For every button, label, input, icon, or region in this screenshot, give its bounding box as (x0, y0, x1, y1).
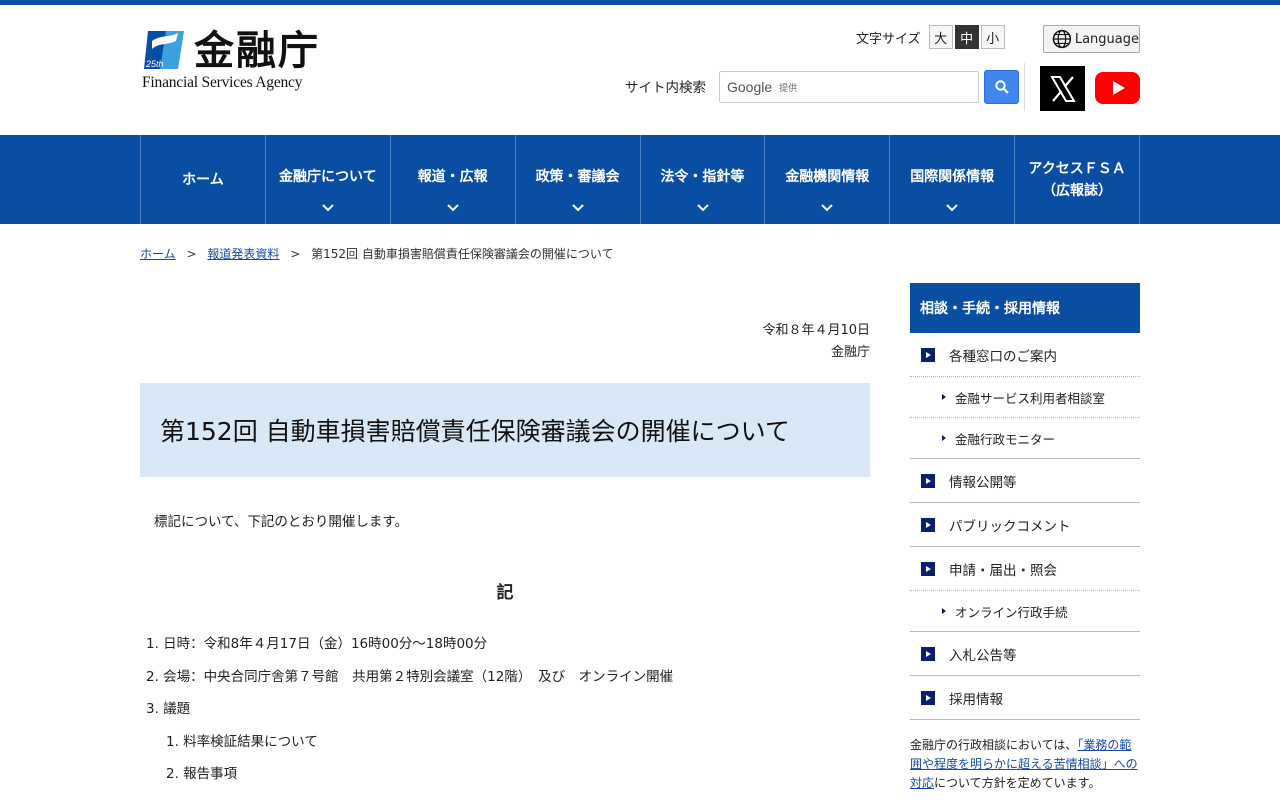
language-label: Language (1074, 31, 1139, 47)
global-nav: ホーム 金融庁について 報道・広報 政策・審議会 法令・指針等 金融機関情報 国… (0, 135, 1280, 224)
fsa-logo[interactable]: 25th 金融庁 Financial Services Agency (142, 27, 342, 97)
sidebar-item-label: オンライン行政手続 (955, 604, 1068, 620)
nav-label: 金融機関情報 (785, 168, 870, 185)
ki-heading: 記 (496, 583, 514, 603)
intro-text: 標記について、下記のとおり開催します。 (154, 514, 409, 530)
nav-label: 法令・指針等 (660, 168, 745, 185)
triangle-right-icon (942, 394, 946, 400)
breadcrumb-current: 第152回 自動車損害賠償責任保険審議会の開催について (311, 247, 614, 261)
nav-item-institutions[interactable]: 金融機関情報 (765, 135, 891, 224)
nav-item-policy[interactable]: 政策・審議会 (516, 135, 641, 224)
x-link[interactable] (1040, 66, 1085, 111)
nav-label-line1: アクセスＦＳＡ (1028, 160, 1126, 177)
youtube-link[interactable] (1095, 72, 1140, 104)
font-size-large-button[interactable]: 大 (928, 25, 953, 49)
sidebar-subitem-user-consultation[interactable]: 金融サービス利用者相談室 (910, 377, 1140, 418)
chevron-down-icon (821, 204, 834, 212)
nav-label: 金融庁について (279, 168, 377, 185)
sub-list-item: 1. 料率検証結果について (166, 733, 318, 750)
list-item: 2. 会場：中央合同庁舎第７号館 共用第２特別会議室（12階） 及び オンライン… (146, 668, 674, 685)
nav-item-laws[interactable]: 法令・指針等 (641, 135, 766, 224)
sidebar-item-tenders[interactable]: 入札公告等 (910, 632, 1140, 676)
search-input[interactable]: Google 提供 (719, 71, 979, 103)
site-search-label: サイト内検索 (625, 80, 706, 96)
sidebar-item-label: 採用情報 (949, 691, 1003, 708)
search-button[interactable] (984, 70, 1019, 104)
sidebar-item-label: パブリックコメント (949, 518, 1071, 535)
font-size-selector: 文字サイズ 大 中 小 (856, 25, 1005, 49)
nav-label: 政策・審議会 (535, 168, 620, 185)
logo-english: Financial Services Agency (142, 74, 303, 91)
sidebar-subitem-admin-monitor[interactable]: 金融行政モニター (910, 418, 1140, 459)
arrow-square-icon (921, 646, 935, 661)
note-text: 金融庁の行政相談においては、 (910, 738, 1078, 752)
arrow-square-icon (921, 561, 935, 576)
breadcrumb-parent-link[interactable]: 報道発表資料 (207, 247, 279, 261)
header-divider (1024, 63, 1025, 111)
google-brand-suffix: 提供 (779, 83, 798, 94)
language-button[interactable]: Language (1043, 25, 1140, 53)
sidebar: 相談・手続・採用情報 各種窓口のご案内 金融サービス利用者相談室 金融行政モニタ… (910, 283, 1140, 793)
search-icon (994, 80, 1009, 94)
font-size-medium-button[interactable]: 中 (954, 25, 979, 49)
sidebar-item-label: 各種窓口のご案内 (949, 348, 1057, 365)
arrow-square-icon (921, 473, 935, 488)
list-item: 1. 日時：令和8年４月17日（金）16時00分～18時00分 (146, 636, 488, 652)
breadcrumb-separator: > (186, 247, 197, 261)
date-block: 令和８年４月10日 金融庁 (670, 320, 870, 364)
nav-item-home[interactable]: ホーム (141, 135, 266, 224)
list-item: 3. 議題 (146, 701, 191, 717)
sidebar-heading: 相談・手続・採用情報 (910, 283, 1140, 333)
fsa-logo-mark-icon: 25th (144, 31, 184, 69)
arrow-square-icon (921, 517, 935, 532)
triangle-right-icon (942, 435, 946, 441)
issuer: 金融庁 (830, 345, 870, 360)
note-text: について方針を定めています。 (934, 776, 1101, 790)
nav-label: 国際関係情報 (910, 168, 995, 185)
sidebar-note: 金融庁の行政相談においては、「業務の範囲や程度を明らかに超える苦情相談」への対応… (910, 720, 1140, 793)
sidebar-item-public-comment[interactable]: パブリックコメント (910, 503, 1140, 547)
sidebar-item-label: 申請・届出・照会 (949, 562, 1057, 579)
breadcrumb: ホーム > 報道発表資料 > 第152回 自動車損害賠償責任保険審議会の開催につ… (140, 245, 613, 262)
sub-list-item: 2. 報告事項 (166, 766, 238, 782)
logo-kanji: 金融庁 (194, 28, 320, 74)
chevron-down-icon (946, 204, 958, 212)
sidebar-item-recruitment[interactable]: 採用情報 (910, 676, 1140, 720)
arrow-square-icon (921, 347, 935, 362)
sidebar-subitem-online-procedures[interactable]: オンライン行政手続 (910, 591, 1140, 632)
font-size-label: 文字サイズ (856, 31, 921, 47)
sidebar-item-label: 金融サービス利用者相談室 (955, 390, 1106, 406)
nav-label: 報道・広報 (417, 168, 488, 185)
nav-item-international[interactable]: 国際関係情報 (890, 135, 1016, 224)
chevron-down-icon (322, 204, 334, 212)
nav-item-about[interactable]: 金融庁について (266, 135, 391, 224)
nav-item-access-fsa[interactable]: アクセスＦＳＡ （広報誌） (1015, 135, 1140, 224)
sidebar-item-label: 入札公告等 (949, 647, 1017, 664)
google-brand: Google (727, 79, 773, 95)
chevron-down-icon (696, 204, 709, 212)
x-icon (1049, 75, 1076, 102)
globe-icon (1052, 29, 1072, 49)
nav-item-press[interactable]: 報道・広報 (391, 135, 516, 224)
chevron-down-icon (447, 204, 459, 212)
nav-label-line2: （広報誌） (1042, 182, 1113, 199)
publish-date: 令和８年４月10日 (762, 323, 870, 338)
sidebar-item-contact-windows[interactable]: 各種窓口のご案内 (910, 333, 1140, 377)
nav-label: ホーム (182, 171, 224, 188)
site-header: 25th 金融庁 Financial Services Agency 文字サイズ… (0, 5, 1280, 135)
breadcrumb-separator: > (290, 247, 301, 261)
sidebar-item-applications[interactable]: 申請・届出・照会 (910, 547, 1140, 591)
youtube-icon (1112, 81, 1125, 95)
font-size-small-button[interactable]: 小 (980, 25, 1005, 49)
sidebar-item-label: 金融行政モニター (955, 431, 1056, 447)
sidebar-item-disclosure[interactable]: 情報公開等 (910, 459, 1140, 503)
triangle-right-icon (942, 608, 946, 614)
page-title: 第152回 自動車損害賠償責任保険審議会の開催について (140, 383, 870, 477)
svg-text:25th: 25th (145, 59, 164, 69)
sidebar-item-label: 情報公開等 (949, 474, 1017, 491)
item-list: 1. 日時：令和8年４月17日（金）16時00分～18時00分 2. 会場：中央… (146, 635, 673, 798)
chevron-down-icon (571, 204, 584, 212)
arrow-square-icon (921, 690, 935, 705)
breadcrumb-home-link[interactable]: ホーム (140, 247, 176, 261)
